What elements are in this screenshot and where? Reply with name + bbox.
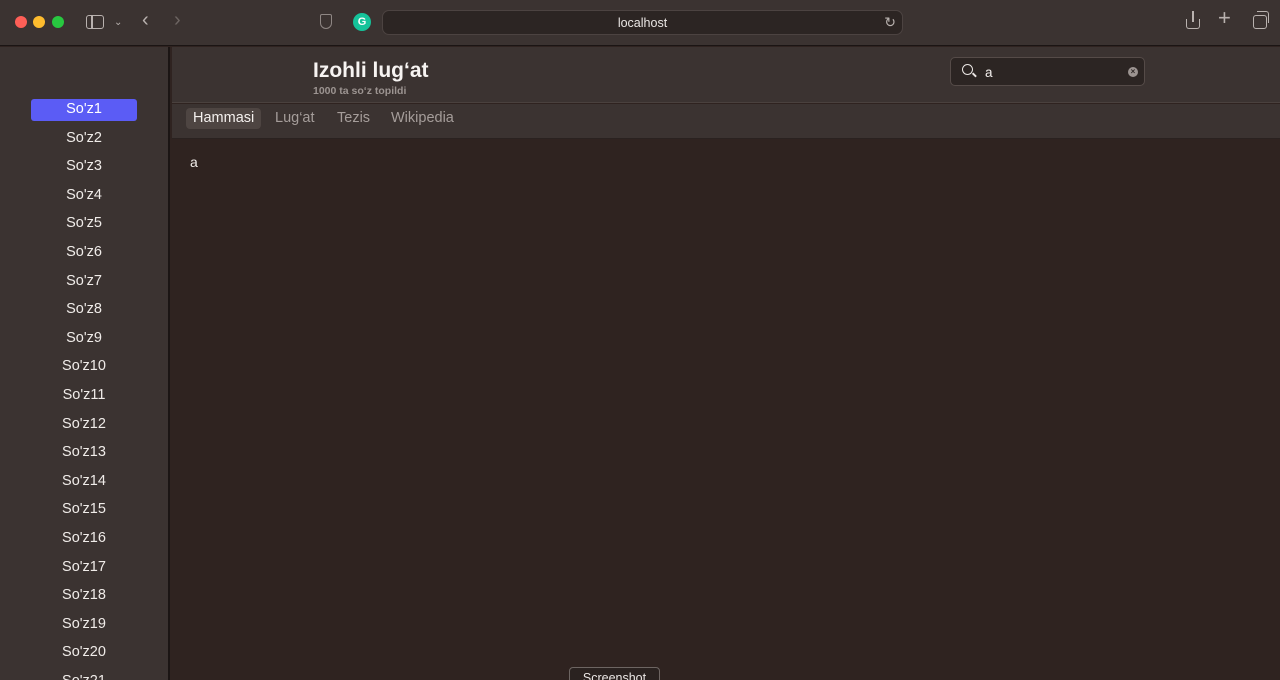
url-text: localhost (617, 16, 668, 30)
back-icon[interactable]: ‹ (142, 10, 149, 30)
browser-toolbar: ⌄ ‹ › G localhost ↻ + (0, 0, 1280, 46)
app-header: Izohli lug‘at 1000 ta so‘z topildi × (172, 47, 1280, 103)
forward-icon[interactable]: › (174, 10, 181, 30)
sidebar-item[interactable]: So'z12 (31, 414, 137, 436)
sidebar-list: So'z1 So'z2 So'z3 So'z4 So'z5 So'z6 So'z… (0, 99, 168, 680)
definition-text: a (190, 154, 198, 170)
clear-search-icon[interactable]: × (1128, 67, 1138, 77)
tabs-icon[interactable] (1253, 11, 1269, 29)
page-title: Izohli lug‘at (313, 59, 429, 82)
plus-icon[interactable]: + (1218, 7, 1231, 29)
tab-hammasi[interactable]: Hammasi (186, 108, 262, 129)
close-window-button[interactable] (15, 16, 27, 28)
sidebar-item[interactable]: So'z13 (31, 442, 137, 464)
zoom-window-button[interactable] (52, 16, 64, 28)
share-icon[interactable] (1186, 11, 1200, 29)
search-input[interactable] (985, 63, 1125, 81)
search-icon (962, 64, 973, 75)
sidebar-item[interactable]: So'z15 (31, 499, 137, 521)
result-count: 1000 ta so‘z topildi (313, 85, 407, 97)
sidebar-item[interactable]: So'z10 (31, 356, 137, 378)
sidebar-item[interactable]: So'z18 (31, 585, 137, 607)
sidebar-item[interactable]: So'z2 (31, 128, 137, 150)
sidebar-item[interactable]: So'z4 (31, 185, 137, 207)
sidebar-item[interactable]: So'z1 (31, 99, 137, 121)
sidebar-item[interactable]: So'z20 (31, 642, 137, 664)
sidebar-item[interactable]: So'z6 (31, 242, 137, 264)
sidebar: So'z1 So'z2 So'z3 So'z4 So'z5 So'z6 So'z… (0, 47, 170, 680)
sidebar-item[interactable]: So'z16 (31, 528, 137, 550)
tab-bar: Hammasi Lug‘at Tezis Wikipedia (172, 104, 1280, 139)
sidebar-item[interactable]: So'z5 (31, 213, 137, 235)
tab-wikipedia[interactable]: Wikipedia (384, 108, 461, 129)
sidebar-item[interactable]: So'z11 (31, 385, 137, 407)
chevron-down-icon[interactable]: ⌄ (114, 15, 122, 31)
sidebar-item[interactable]: So'z17 (31, 557, 137, 579)
screenshot-button[interactable]: Screenshot (569, 667, 660, 680)
sidebar-toggle-icon[interactable] (86, 15, 104, 29)
sidebar-item[interactable]: So'z14 (31, 471, 137, 493)
sidebar-item[interactable]: So'z7 (31, 271, 137, 293)
grammarly-icon[interactable]: G (353, 13, 371, 31)
content-area: a (172, 140, 1280, 680)
sidebar-item[interactable]: So'z9 (31, 328, 137, 350)
tab-lugat[interactable]: Lug‘at (268, 108, 322, 129)
reload-icon[interactable]: ↻ (884, 14, 896, 31)
sidebar-item[interactable]: So'z19 (31, 614, 137, 636)
search-field[interactable]: × (950, 57, 1145, 86)
minimize-window-button[interactable] (33, 16, 45, 28)
shield-icon[interactable] (320, 14, 332, 29)
address-bar[interactable]: localhost ↻ (382, 10, 903, 35)
sidebar-item[interactable]: So'z21 (31, 671, 137, 680)
sidebar-item[interactable]: So'z3 (31, 156, 137, 178)
tab-tezis[interactable]: Tezis (330, 108, 377, 129)
sidebar-item[interactable]: So'z8 (31, 299, 137, 321)
